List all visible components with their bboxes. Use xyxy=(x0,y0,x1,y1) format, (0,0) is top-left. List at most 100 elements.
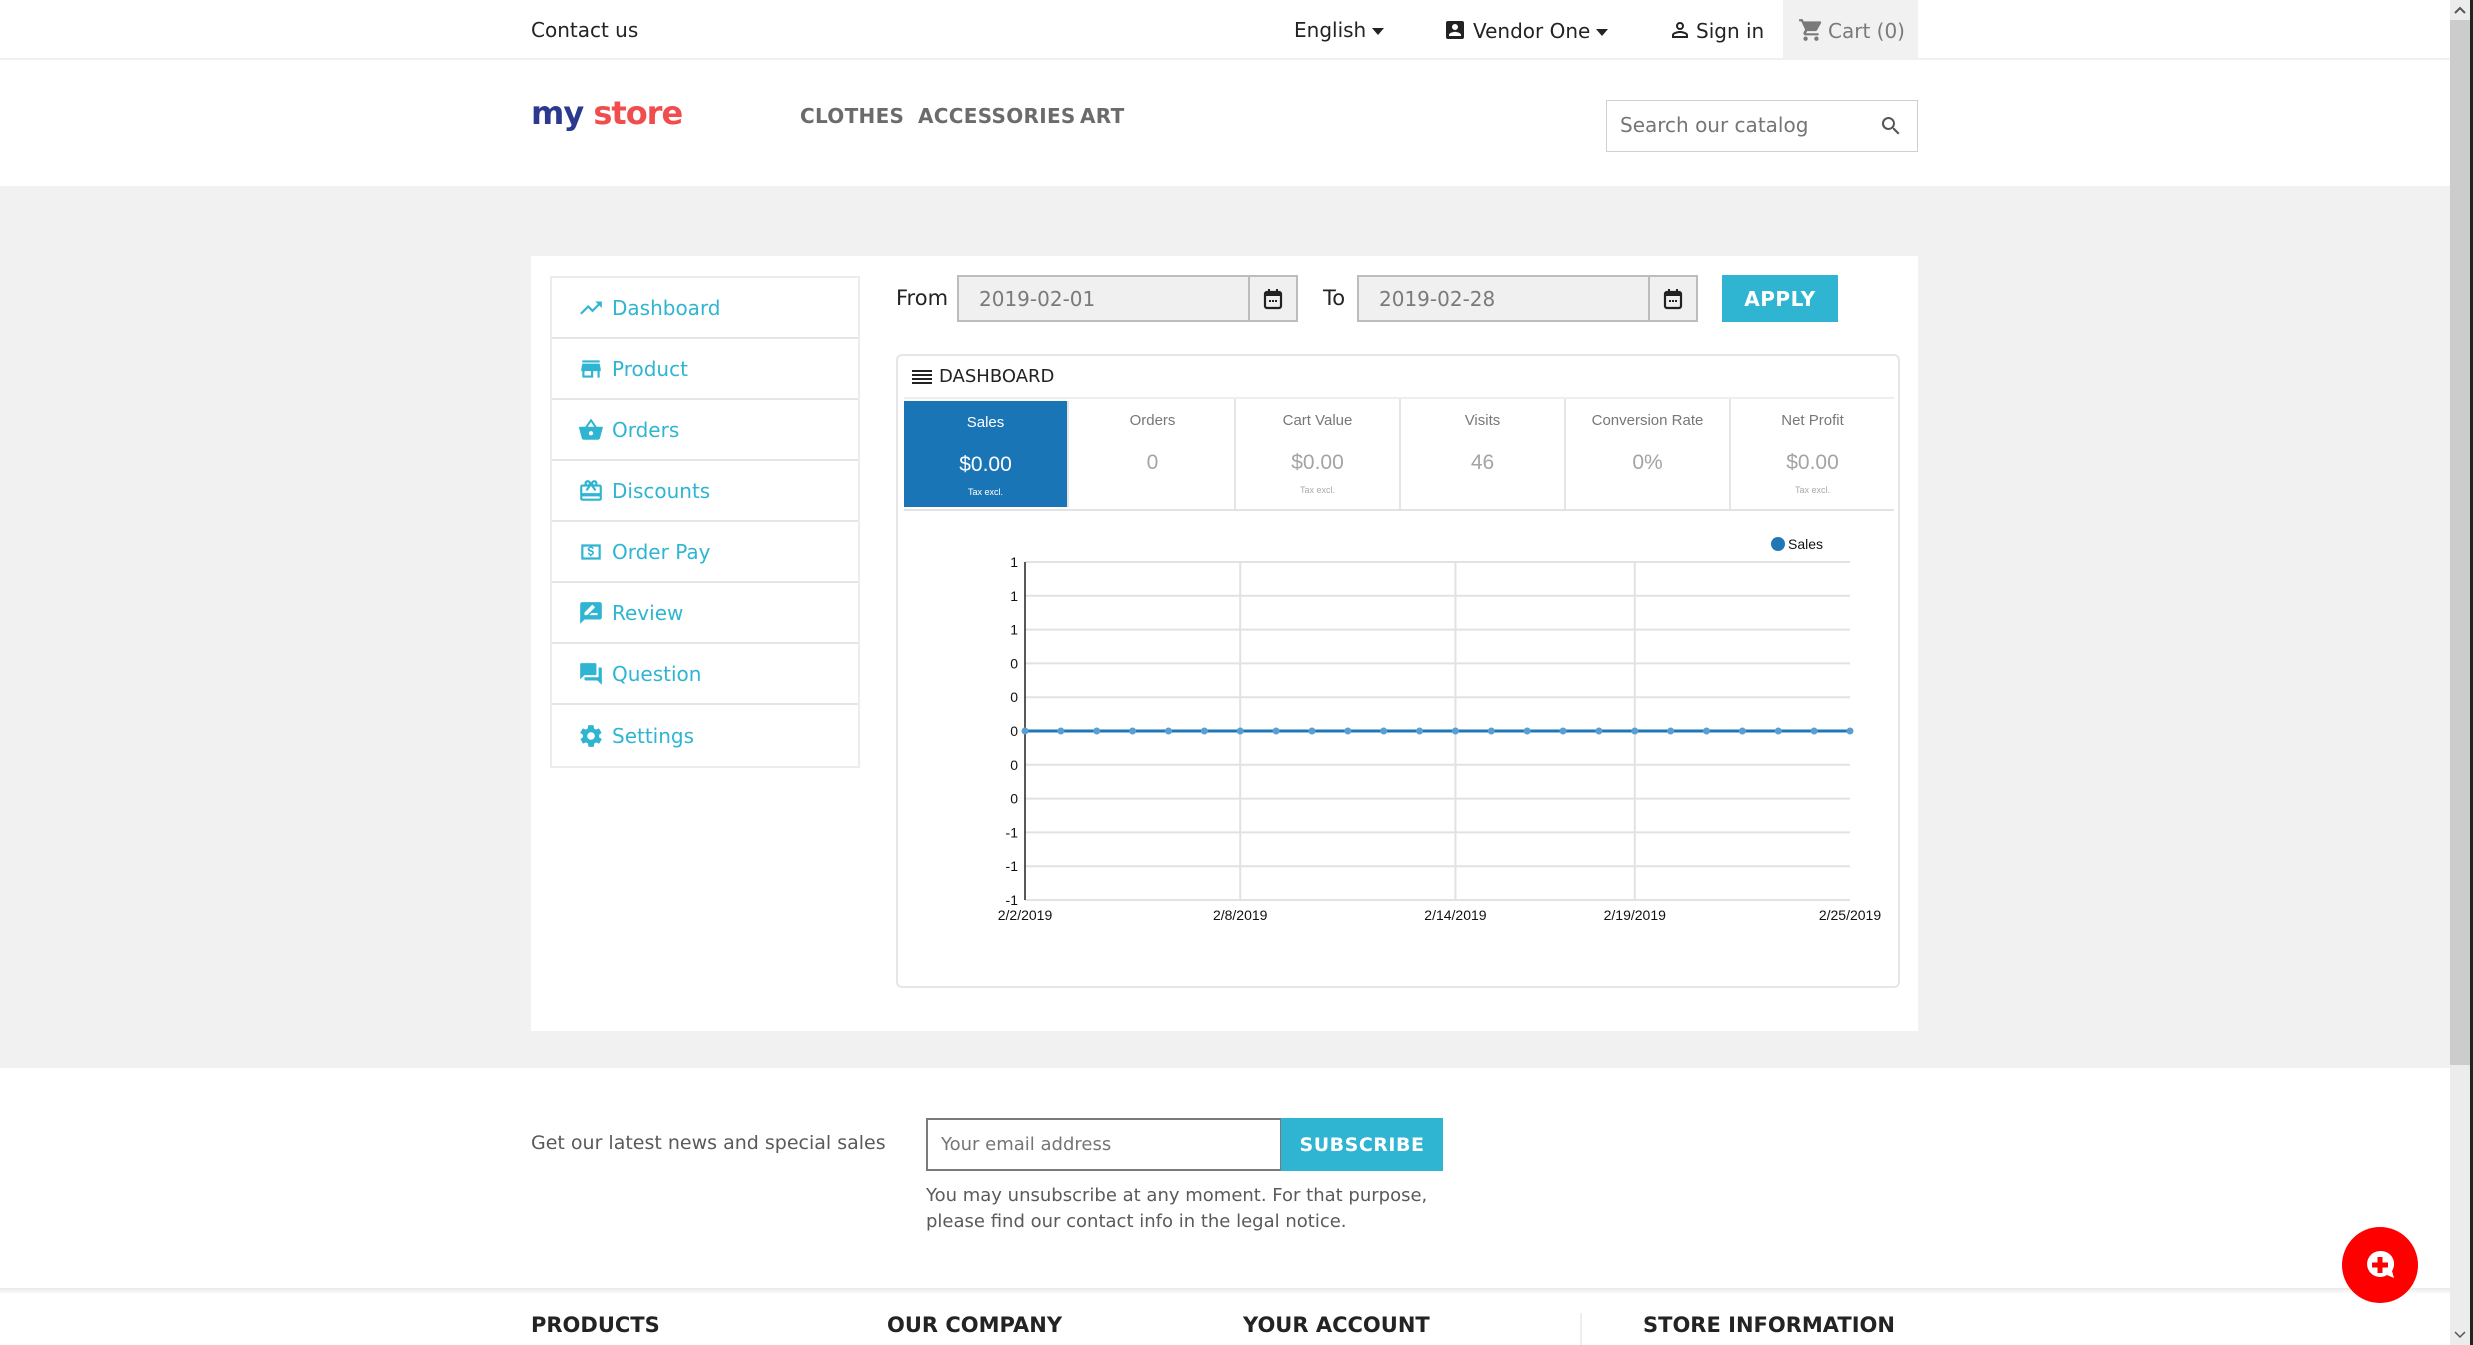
sidebar-item-order-pay[interactable]: Order Pay xyxy=(552,522,858,583)
data-point xyxy=(1308,727,1316,735)
footer-divider xyxy=(1580,1313,1582,1345)
sales-chart: 11100000-1-1-12/2/2019 2/8/2019 2/14/2019 2… xyxy=(998,536,1882,923)
language-selector[interactable]: English xyxy=(1294,18,1385,42)
data-point xyxy=(1703,727,1711,735)
nav-accessories[interactable]: ACCESSORIES xyxy=(918,104,1076,128)
search-input[interactable] xyxy=(1607,101,1857,149)
sidebar-item-settings[interactable]: Settings xyxy=(552,705,858,766)
language-label: English xyxy=(1294,18,1367,42)
chevron-down-icon xyxy=(1596,29,1609,36)
to-calendar-button[interactable] xyxy=(1648,277,1696,320)
newsletter-label: Get our latest news and special sales xyxy=(531,1132,886,1154)
forum-icon xyxy=(580,662,602,685)
y-tick-label: -1 xyxy=(1006,858,1019,874)
cart-label: Cart (0) xyxy=(1828,19,1905,43)
data-point xyxy=(1057,727,1065,735)
footer-heading-your-account: YOUR ACCOUNT xyxy=(1243,1313,1430,1337)
x-tick-label: 2/8/2019 xyxy=(1213,907,1268,923)
data-point xyxy=(1595,727,1603,735)
account-dropdown[interactable]: Vendor One xyxy=(1443,18,1609,43)
footer-heading-products: PRODUCTS xyxy=(531,1313,660,1337)
data-point xyxy=(1344,727,1352,735)
data-point xyxy=(1164,727,1172,735)
chevron-down-icon xyxy=(1372,28,1385,35)
page-scrollbar[interactable] xyxy=(2450,0,2470,1345)
data-point xyxy=(1093,727,1101,735)
sign-in-link[interactable]: Sign in xyxy=(1668,18,1764,43)
to-date-input[interactable] xyxy=(1359,277,1648,320)
data-point xyxy=(1200,727,1208,735)
from-date-field xyxy=(957,275,1298,322)
legend-marker xyxy=(1771,537,1785,551)
y-tick-label: 1 xyxy=(1010,554,1018,570)
store-icon xyxy=(581,359,601,378)
sidebar-item-label: Review xyxy=(612,600,684,625)
nav-art[interactable]: ART xyxy=(1080,104,1125,128)
subscribe-button[interactable]: SUBSCRIBE xyxy=(1281,1118,1443,1171)
data-point xyxy=(1810,727,1818,735)
to-label: To xyxy=(1323,286,1346,310)
data-point xyxy=(1380,727,1388,735)
sidebar-item-dashboard[interactable]: Dashboard xyxy=(552,278,858,339)
data-point xyxy=(1631,727,1639,735)
scroll-thumb[interactable] xyxy=(2450,20,2470,1065)
footer-heading-our-company: OUR COMPANY xyxy=(887,1313,1063,1337)
sidebar-item-label: Settings xyxy=(612,723,695,748)
x-tick-label: 2/25/2019 xyxy=(1819,907,1881,923)
logo-text-my: my xyxy=(531,94,584,132)
sidebar-item-label: Order Pay xyxy=(612,539,711,564)
store-logo[interactable]: my store xyxy=(531,94,683,132)
chat-button[interactable] xyxy=(2342,1227,2418,1303)
from-date-input[interactable] xyxy=(959,277,1248,320)
data-point xyxy=(1021,727,1029,735)
x-tick-label: 2/2/2019 xyxy=(998,907,1053,923)
sidebar-item-label: Dashboard xyxy=(612,295,721,320)
logo-text-store: store xyxy=(593,94,683,132)
sign-in-label: Sign in xyxy=(1696,19,1765,43)
footer-heading-store-information: STORE INFORMATION xyxy=(1643,1313,1895,1337)
x-tick-label: 2/19/2019 xyxy=(1604,907,1666,923)
search-icon[interactable] xyxy=(1879,114,1903,138)
y-tick-label: -1 xyxy=(1006,892,1019,908)
data-point xyxy=(1738,727,1746,735)
site-header: my store CLOTHES ACCESSORIES ART xyxy=(0,60,2450,186)
from-label: From xyxy=(896,286,949,310)
nav-clothes[interactable]: CLOTHES xyxy=(800,104,904,128)
top-bar: Contact us English Vendor One Sign in Ca… xyxy=(0,0,2450,60)
trending-up-icon xyxy=(580,301,602,314)
sidebar-item-label: Discounts xyxy=(612,478,711,503)
cart-button[interactable]: Cart (0) xyxy=(1783,0,1918,60)
sidebar-item-product[interactable]: Product xyxy=(552,339,858,400)
calendar-icon xyxy=(1663,288,1683,309)
sidebar-item-label: Product xyxy=(612,356,688,381)
from-calendar-button[interactable] xyxy=(1248,277,1296,320)
calendar-icon xyxy=(1263,288,1283,309)
sidebar-item-review[interactable]: Review xyxy=(552,583,858,644)
apply-button[interactable]: APPLY xyxy=(1722,275,1838,322)
y-tick-label: 0 xyxy=(1010,723,1018,739)
sidebar-item-discounts[interactable]: Discounts xyxy=(552,461,858,522)
scroll-up-icon[interactable] xyxy=(2450,0,2470,20)
data-point xyxy=(1559,727,1567,735)
y-tick-label: 0 xyxy=(1010,791,1018,807)
basket-icon xyxy=(579,418,603,440)
sidebar-item-orders[interactable]: Orders xyxy=(552,400,858,461)
newsletter-email-input[interactable] xyxy=(926,1118,1282,1171)
cart-icon xyxy=(1799,19,1822,41)
y-tick-label: 1 xyxy=(1010,622,1018,638)
data-point xyxy=(1523,727,1531,735)
data-point xyxy=(1774,727,1782,735)
data-point xyxy=(1129,727,1137,735)
data-point xyxy=(1846,727,1854,735)
dashboard-card: DASHBOARD Sales $0.00 Tax excl. Orders 0… xyxy=(896,354,1900,988)
sidebar-item-question[interactable]: Question xyxy=(552,644,858,705)
newsletter-note: You may unsubscribe at any moment. For t… xyxy=(926,1185,1428,1232)
add-comment-icon xyxy=(2367,1250,2395,1278)
gear-icon xyxy=(580,724,602,747)
data-point xyxy=(1236,727,1244,735)
y-tick-label: 0 xyxy=(1010,689,1018,705)
contact-us-link[interactable]: Contact us xyxy=(531,18,638,42)
y-tick-label: 1 xyxy=(1010,588,1018,604)
scroll-down-icon[interactable] xyxy=(2450,1325,2470,1345)
vendor-sidebar: Dashboard Product Orders Discounts Order… xyxy=(550,276,860,768)
